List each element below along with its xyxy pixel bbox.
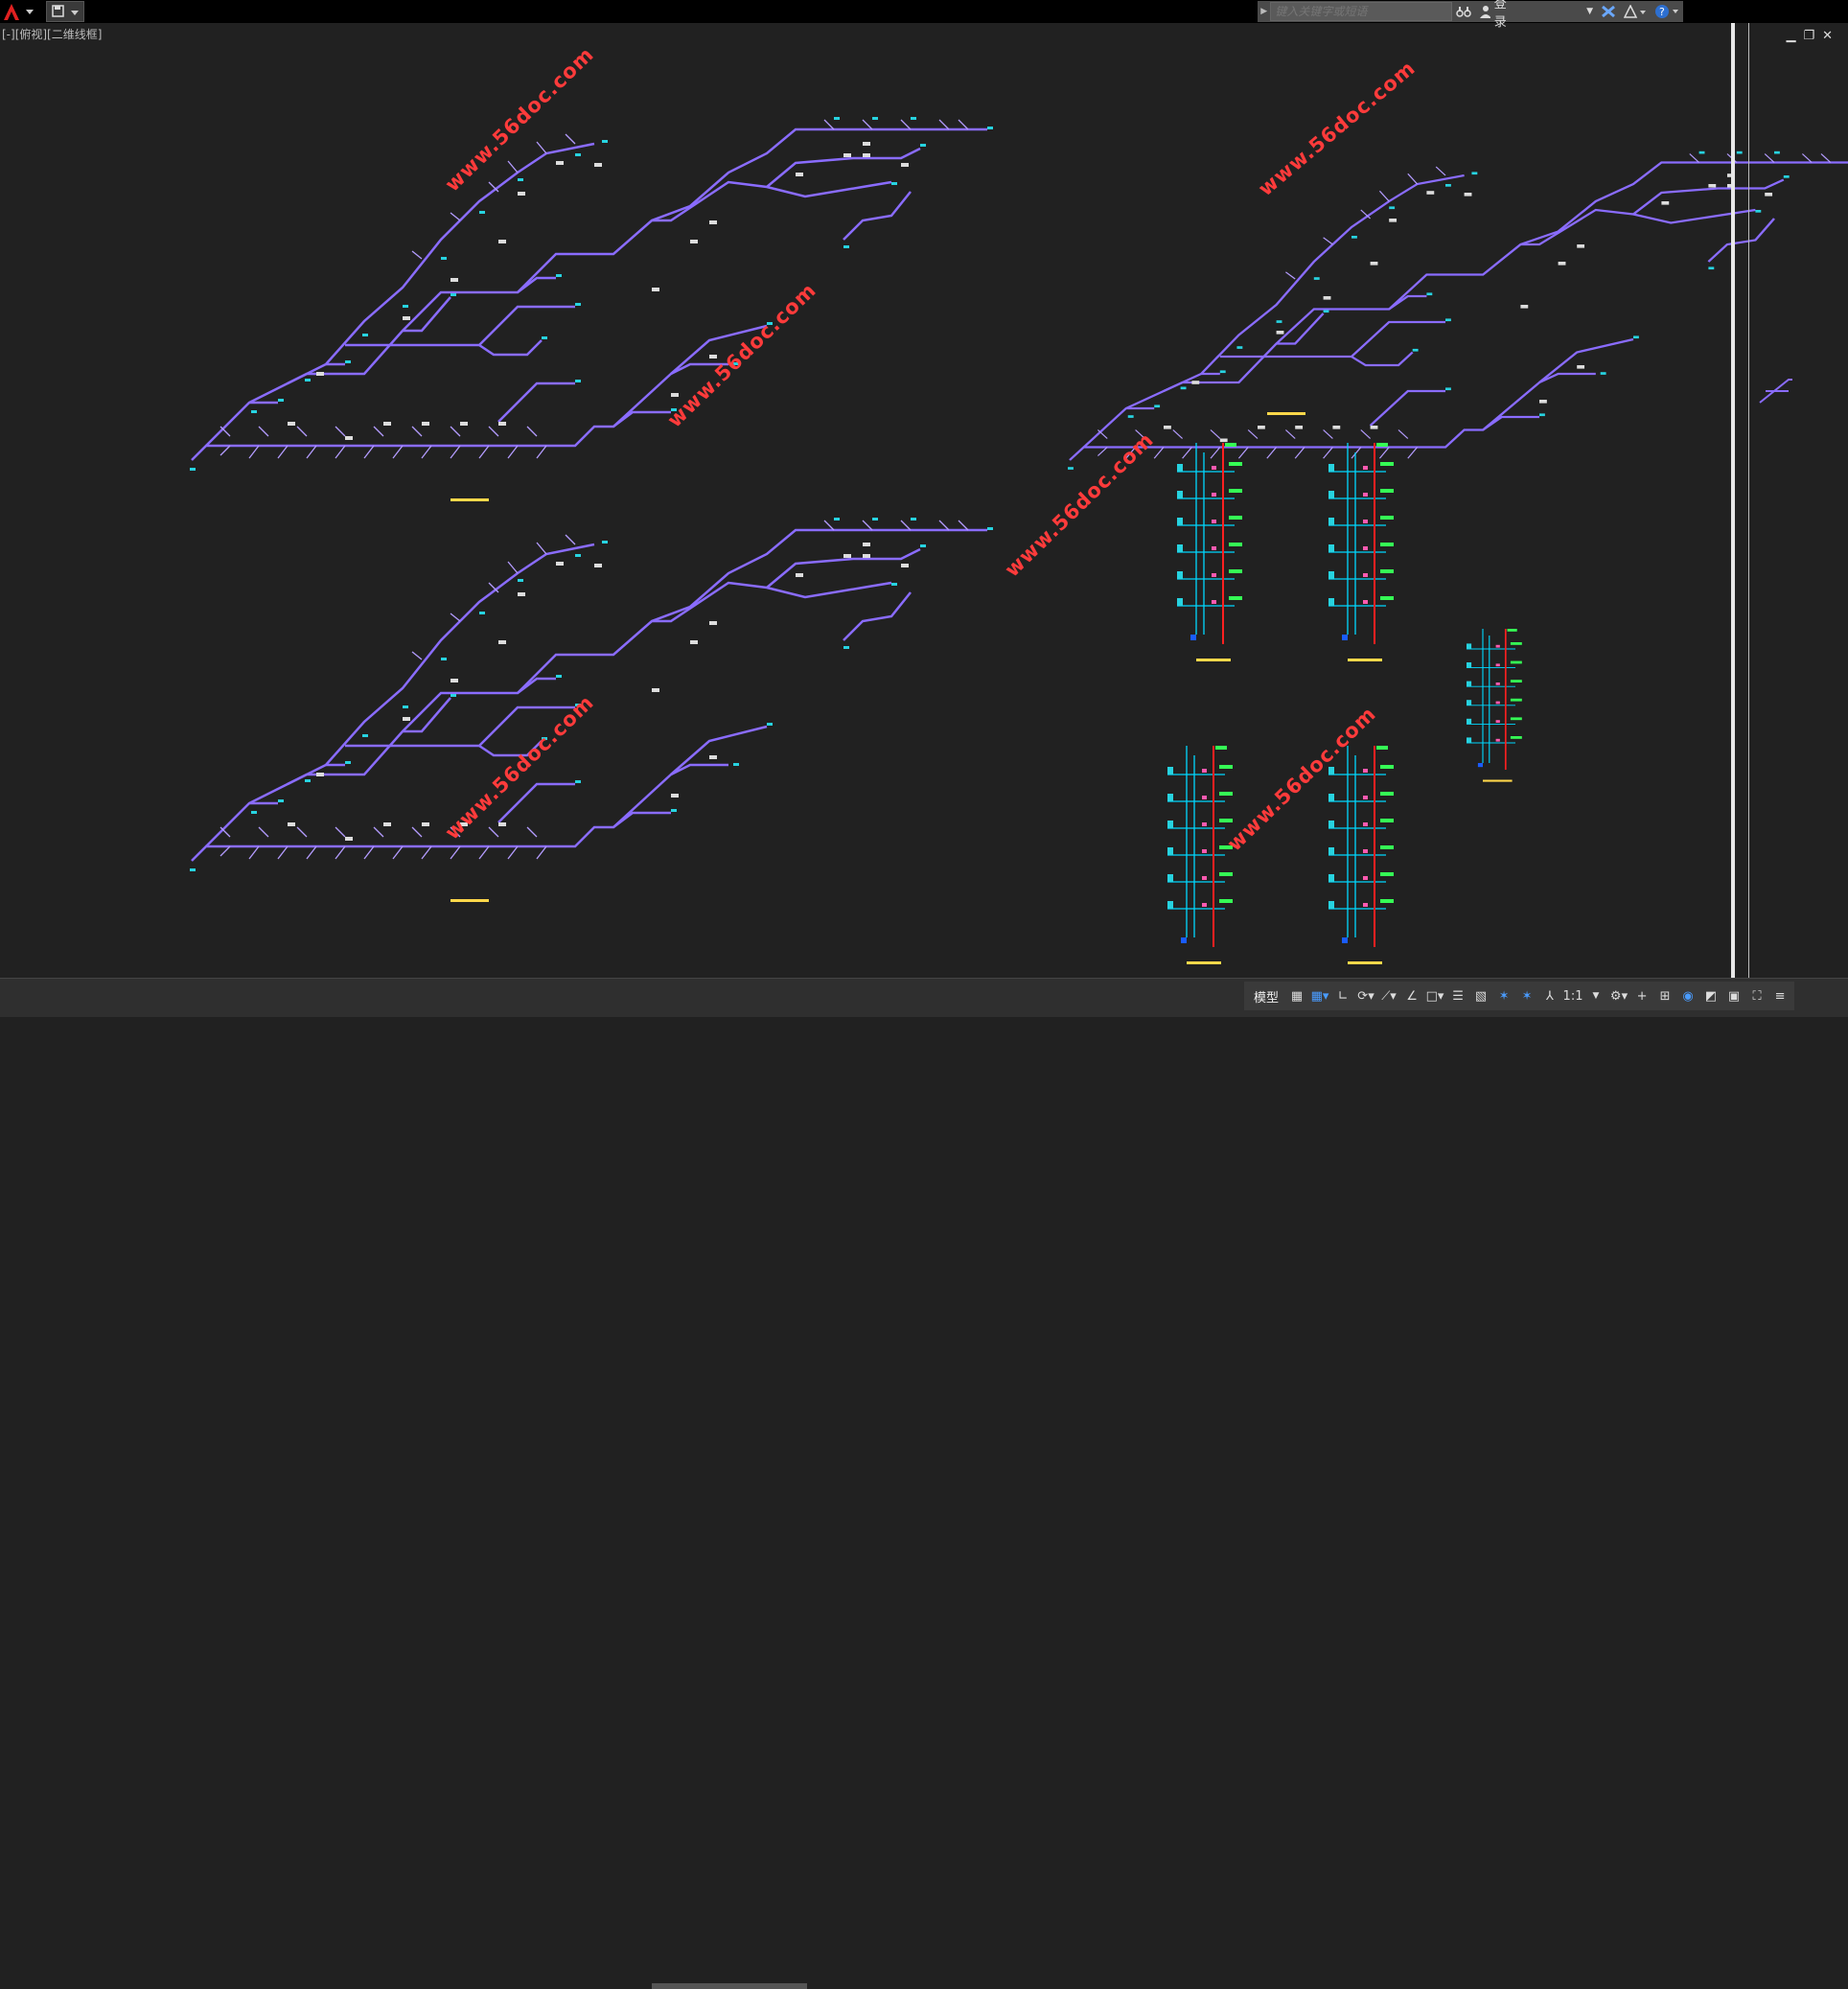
login-button[interactable]: 登录 ▼ — [1475, 0, 1597, 30]
quick-access-toolbar[interactable] — [46, 1, 84, 22]
viewport-border-line — [1731, 23, 1735, 980]
plan-caption-mark — [1267, 412, 1305, 415]
isodraft-icon[interactable]: ⟋▾ — [1378, 983, 1399, 1008]
status-bar: 模型 ▦ ▦▾ ∟ ⟳▾ ⟋▾ ∠ □▾ ☰ ▧ ✶ ✶ ⅄ 1:1 ▼ ⚙▾ … — [0, 978, 1848, 1989]
ortho-icon[interactable]: ∟ — [1332, 983, 1353, 1008]
autocad-logo-icon — [4, 4, 34, 20]
stray-pipe-fragment — [1759, 379, 1792, 404]
snap-icon[interactable]: ▦▾ — [1309, 983, 1330, 1008]
units-icon[interactable]: ⊞ — [1654, 983, 1675, 1008]
clean-screen-icon[interactable]: ⛶ — [1746, 983, 1767, 1008]
annotation-scale-icon[interactable]: ⅄ — [1539, 983, 1560, 1008]
login-dropdown-icon: ▼ — [1586, 7, 1593, 16]
riser-diagram-2 — [1328, 442, 1395, 662]
hardware-acceleration-icon[interactable]: ▣ — [1723, 983, 1744, 1008]
horizontal-scrollbar[interactable] — [652, 1983, 807, 1989]
isometric-piping-plan-lower-left — [188, 516, 995, 873]
riser-diagram-3 — [1167, 745, 1234, 965]
auto-scale-icon[interactable]: ✶ — [1516, 983, 1537, 1008]
drawing-canvas[interactable] — [0, 23, 1848, 978]
status-bar-tools: 模型 ▦ ▦▾ ∟ ⟳▾ ⟋▾ ∠ □▾ ☰ ▧ ✶ ✶ ⅄ 1:1 ▼ ⚙▾ … — [1244, 982, 1795, 1010]
plan-caption-mark — [450, 899, 489, 902]
search-collapse-icon[interactable]: ▶ — [1258, 1, 1270, 22]
transparency-icon[interactable]: ▧ — [1470, 983, 1491, 1008]
title-bar: ▶ 登录 ▼ ? — [0, 0, 1848, 30]
isometric-piping-plan-upper-left — [188, 115, 995, 473]
quick-properties-icon[interactable]: ◉ — [1677, 983, 1698, 1008]
exchange-apps-icon[interactable] — [1597, 1, 1620, 22]
plan-caption-mark — [450, 498, 489, 501]
search-binoculars-icon[interactable] — [1452, 1, 1475, 22]
search-input[interactable] — [1270, 2, 1452, 21]
grid-icon[interactable]: ▦ — [1286, 983, 1307, 1008]
user-icon — [1479, 6, 1490, 18]
annotation-scale-value[interactable]: 1:1 — [1562, 983, 1583, 1008]
infocenter-bar: ▶ 登录 ▼ ? — [1258, 0, 1683, 30]
svg-text:?: ? — [1659, 6, 1665, 18]
application-menu-button[interactable] — [0, 1, 42, 22]
viewport-border-line-thin — [1748, 23, 1749, 980]
riser-diagram-4 — [1328, 745, 1395, 965]
save-icon[interactable] — [47, 2, 83, 21]
annotation-visibility-icon[interactable]: ✶ — [1493, 983, 1514, 1008]
annotation-monitor-icon[interactable]: + — [1631, 983, 1652, 1008]
riser-diagram-1 — [1176, 442, 1243, 662]
scale-dropdown-icon[interactable]: ▼ — [1585, 983, 1606, 1008]
model-space-button[interactable]: 模型 — [1248, 987, 1284, 1006]
workspace-gear-icon[interactable]: ⚙▾ — [1608, 983, 1629, 1008]
help-icon[interactable]: ? — [1651, 1, 1683, 22]
object-snap-tracking-icon[interactable]: ∠ — [1401, 983, 1422, 1008]
polar-tracking-icon[interactable]: ⟳▾ — [1355, 983, 1376, 1008]
lineweight-icon[interactable]: ☰ — [1447, 983, 1468, 1008]
isolate-objects-icon[interactable]: ◩ — [1700, 983, 1721, 1008]
object-snap-icon[interactable]: □▾ — [1424, 983, 1445, 1008]
customization-icon[interactable]: ≡ — [1769, 983, 1790, 1008]
riser-diagram-5 — [1466, 628, 1523, 783]
stay-connected-icon[interactable] — [1620, 1, 1651, 22]
